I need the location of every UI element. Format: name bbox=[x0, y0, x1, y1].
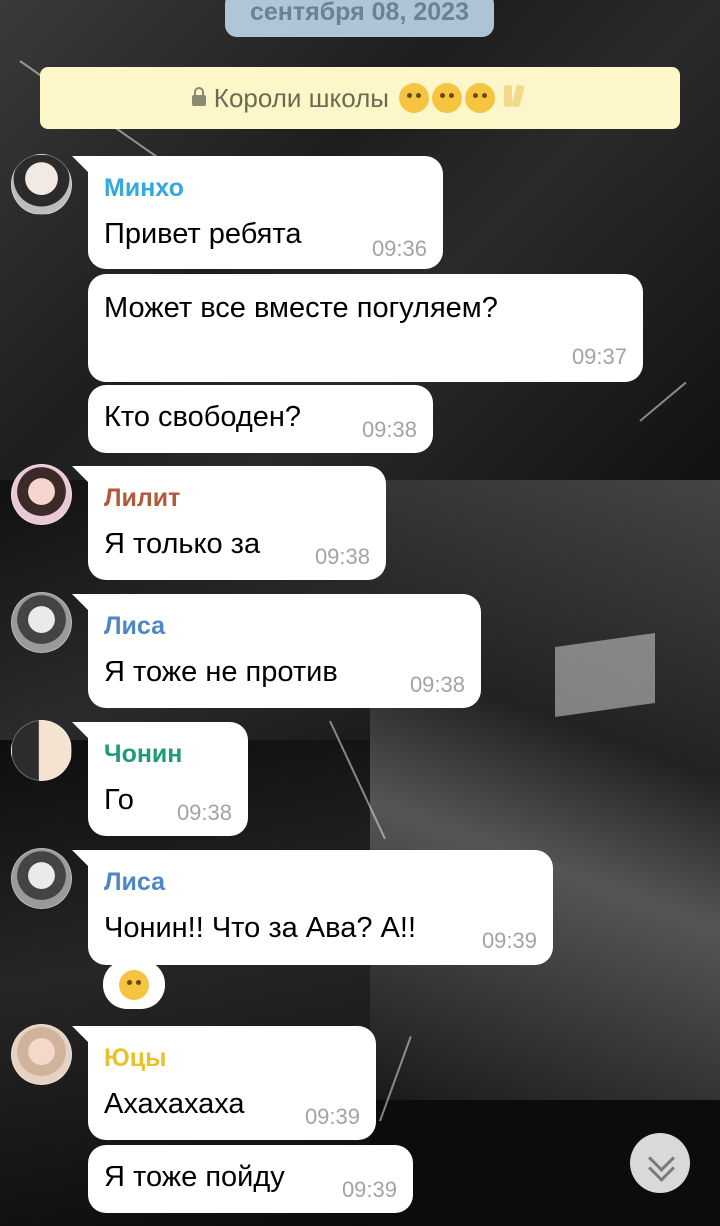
message-text: Кто свободен? bbox=[104, 401, 302, 433]
sender-name[interactable]: Лиса bbox=[104, 868, 165, 897]
sender-name[interactable]: Чонин bbox=[104, 740, 182, 769]
message-bubble[interactable]: Юцы Ахахахаха 09:39 bbox=[72, 1026, 376, 1140]
message-time: 09:39 bbox=[304, 1104, 360, 1129]
message-time: 09:39 bbox=[481, 928, 537, 953]
double-chevron-down-icon bbox=[648, 1145, 675, 1182]
sender-name[interactable]: Минхо bbox=[104, 174, 184, 203]
message-text: Может все вместе погуляем? bbox=[104, 292, 498, 324]
sender-name[interactable]: Юцы bbox=[104, 1044, 167, 1073]
message-text: Ахахахаха bbox=[104, 1088, 245, 1120]
avatar-minho[interactable] bbox=[11, 154, 72, 215]
message-time: 09:38 bbox=[314, 544, 370, 569]
scroll-to-bottom-button[interactable] bbox=[630, 1133, 690, 1193]
message-text: Го bbox=[104, 784, 134, 816]
message-bubble[interactable]: Я тоже пойду 09:39 bbox=[88, 1145, 413, 1213]
clinking-glasses-icon bbox=[498, 83, 528, 113]
pinned-message-bar[interactable]: Короли школы bbox=[40, 67, 680, 129]
message-bubble[interactable]: Кто свободен? 09:38 bbox=[88, 385, 433, 453]
message-text: Я тоже не против bbox=[104, 656, 338, 688]
joy-face-icon bbox=[432, 83, 463, 113]
message-bubble[interactable]: Минхо Привет ребята 09:36 bbox=[72, 156, 443, 269]
message-time: 09:38 bbox=[361, 417, 417, 442]
reaction-chip[interactable] bbox=[103, 960, 165, 1009]
message-time: 09:37 bbox=[571, 344, 627, 369]
message-time: 09:39 bbox=[341, 1177, 397, 1202]
date-divider: сентября 08, 2023 bbox=[225, 0, 494, 37]
joy-face-icon bbox=[119, 969, 149, 1000]
message-text: Я тоже пойду bbox=[104, 1161, 285, 1193]
grinning-face-icon bbox=[399, 83, 430, 113]
message-bubble[interactable]: Лиса Я тоже не против 09:38 bbox=[72, 594, 481, 708]
avatar-yutsy[interactable] bbox=[11, 1024, 72, 1085]
message-time: 09:38 bbox=[409, 672, 465, 697]
sender-name[interactable]: Лиса bbox=[104, 612, 165, 641]
lock-icon bbox=[191, 87, 206, 106]
avatar-lilit[interactable] bbox=[11, 464, 72, 525]
avatar-lisa[interactable] bbox=[11, 592, 72, 653]
message-text: Привет ребята bbox=[104, 218, 302, 250]
message-bubble[interactable]: Чонин Го 09:38 bbox=[72, 722, 248, 836]
sender-name[interactable]: Лилит bbox=[104, 484, 180, 513]
pinned-title: Короли школы bbox=[213, 82, 389, 113]
message-text: Я только за bbox=[104, 528, 261, 560]
message-text: Чонин!! Что за Ава? А!! bbox=[104, 912, 417, 944]
avatar-lisa[interactable] bbox=[11, 848, 72, 909]
message-bubble[interactable]: Может все вместе погуляем? 09:37 bbox=[88, 274, 643, 382]
message-time: 09:36 bbox=[371, 236, 427, 261]
message-bubble[interactable]: Лилит Я только за 09:38 bbox=[72, 466, 386, 580]
smirk-face-icon bbox=[465, 83, 496, 113]
message-bubble[interactable]: Лиса Чонин!! Что за Ава? А!! 09:39 bbox=[72, 850, 553, 965]
avatar-chonin[interactable] bbox=[11, 720, 72, 781]
message-time: 09:38 bbox=[176, 800, 232, 825]
